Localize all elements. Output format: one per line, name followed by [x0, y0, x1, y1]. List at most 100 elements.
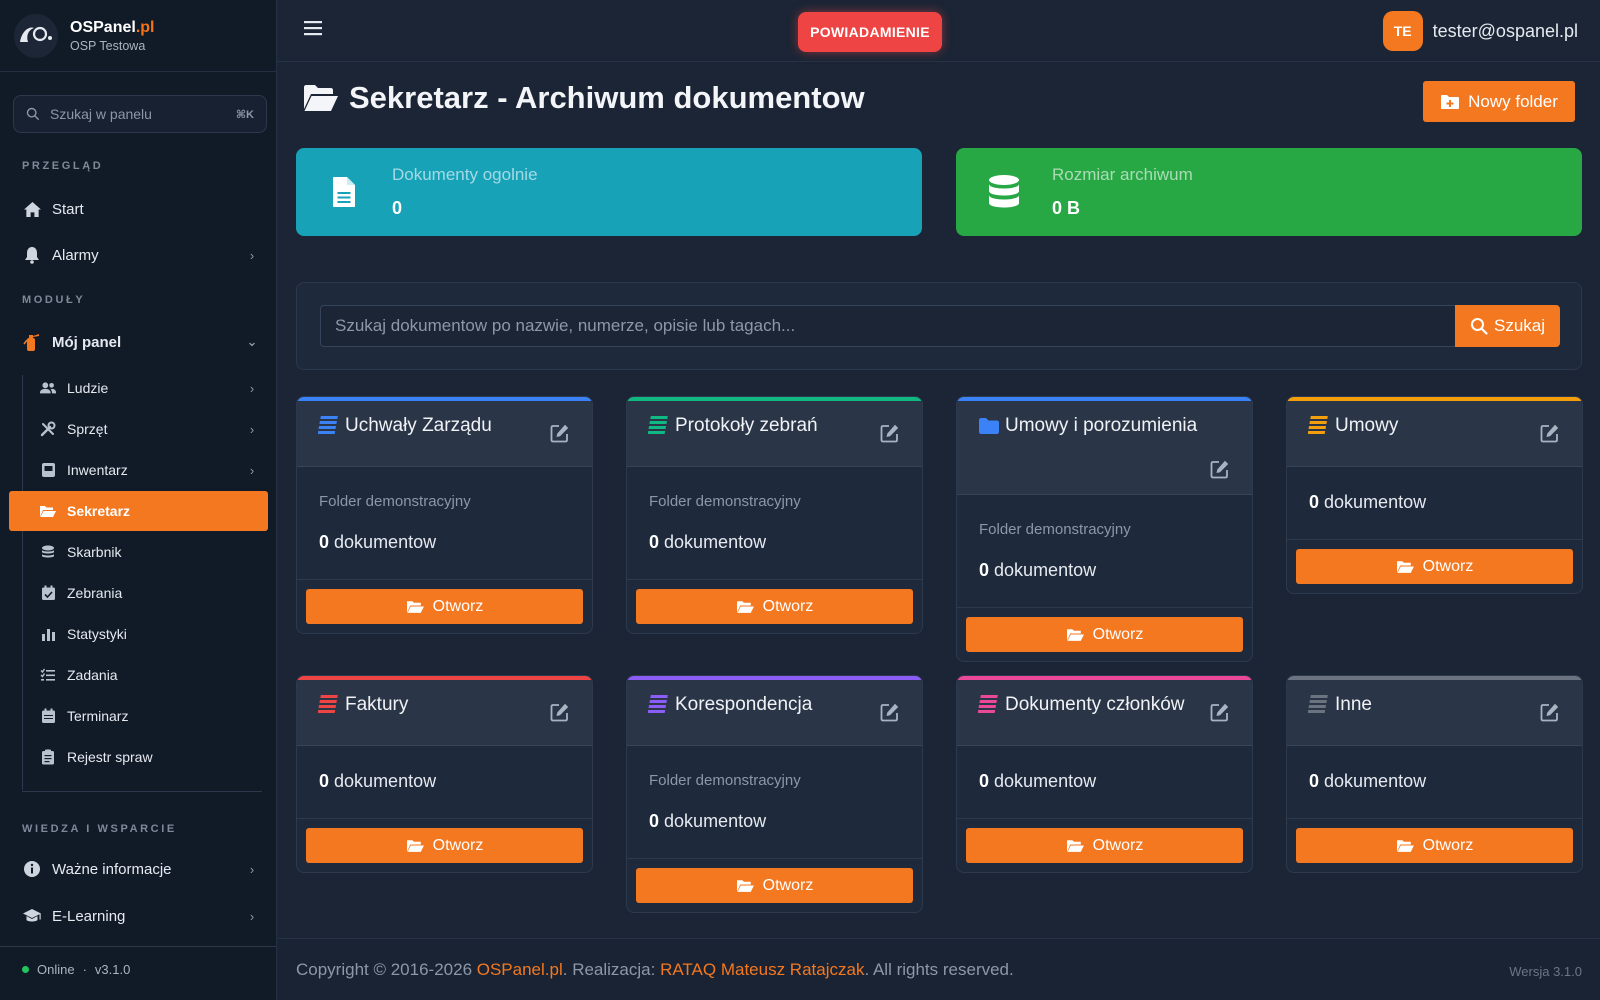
- sidebar-item-alarmy[interactable]: Alarmy ›: [9, 235, 268, 275]
- folder-name: Korespondencja: [675, 694, 813, 715]
- status-version: v3.1.0: [94, 962, 131, 977]
- folder-name: Umowy i porozumienia: [1005, 415, 1198, 436]
- folder-card-body: 0 dokumentow: [1287, 746, 1582, 818]
- folder-open-icon: [1066, 838, 1085, 853]
- list-icon: [648, 415, 670, 437]
- sidebar-search-input[interactable]: Szukaj w panelu ⌘K: [13, 95, 267, 133]
- folder-icon: [978, 417, 1000, 435]
- folder-card: Inne 0 dokumentow Otworz: [1286, 675, 1583, 873]
- section-label-overview: PRZEGLĄD: [22, 160, 104, 172]
- page-heading: Sekretarz - Archiwum dokumentow: [349, 80, 865, 115]
- document-count: 0 dokumentow: [1309, 492, 1427, 512]
- bar-chart-icon: [39, 625, 57, 643]
- search-icon: [1470, 318, 1488, 335]
- sidebar-item-sprzet[interactable]: Sprzęt ›: [9, 409, 268, 449]
- folder-name: Protokoły zebrań: [675, 415, 818, 436]
- list-icon: [1308, 694, 1330, 716]
- folder-card-header: Inne: [1287, 680, 1582, 746]
- folder-card-footer: Otworz: [297, 579, 592, 633]
- folder-title[interactable]: Inne: [1287, 680, 1582, 716]
- folder-name: Faktury: [345, 694, 409, 715]
- sidebar-item-start[interactable]: Start: [9, 189, 268, 229]
- document-count: 0 dokumentow: [649, 811, 767, 831]
- folder-card: Protokoły zebrań Folder demonstracyjny 0…: [626, 396, 923, 634]
- sidebar-item-skarbnik[interactable]: Skarbnik: [9, 532, 268, 572]
- open-folder-button[interactable]: Otworz: [966, 617, 1243, 652]
- sidebar-item-sekretarz[interactable]: Sekretarz: [9, 491, 268, 531]
- online-dot-icon: [22, 966, 29, 973]
- folder-title[interactable]: Umowy: [1287, 401, 1582, 437]
- edit-icon[interactable]: [880, 423, 900, 443]
- document-count: 0 dokumentow: [319, 771, 437, 791]
- sidebar-item-rejestr-spraw[interactable]: Rejestr spraw: [9, 737, 268, 777]
- sidebar-item-e-learning[interactable]: E-Learning ›: [9, 896, 268, 936]
- folder-card: Umowy i porozumienia Folder demonstracyj…: [956, 396, 1253, 662]
- folder-title[interactable]: Dokumenty członków: [957, 680, 1252, 716]
- shortcut-hint: ⌘K: [235, 108, 254, 121]
- open-folder-button[interactable]: Otworz: [306, 589, 583, 624]
- folder-open-icon: [1066, 627, 1085, 642]
- sidebar-item-zebrania[interactable]: Zebrania: [9, 573, 268, 613]
- footer-version: Wersja 3.1.0: [1509, 964, 1582, 979]
- open-folder-button[interactable]: Otworz: [636, 868, 913, 903]
- open-folder-button[interactable]: Otworz: [1296, 828, 1573, 863]
- folder-title[interactable]: Korespondencja: [627, 680, 922, 716]
- fire-extinguisher-icon: [22, 332, 42, 352]
- folder-open-icon: [1396, 838, 1415, 853]
- new-folder-button[interactable]: Nowy folder: [1423, 81, 1575, 122]
- folder-plus-icon: [1441, 94, 1460, 109]
- folder-card-body: 0 dokumentow: [957, 746, 1252, 818]
- folder-card: Umowy 0 dokumentow Otworz: [1286, 396, 1583, 594]
- users-icon: [39, 379, 57, 397]
- author-link[interactable]: RATAQ Mateusz Ratajczak: [660, 960, 864, 979]
- folder-title[interactable]: Faktury: [297, 680, 592, 716]
- edit-icon[interactable]: [880, 702, 900, 722]
- section-label-knowledge: WIEDZA I WSPARCIE: [22, 823, 177, 835]
- stat-label: Dokumenty ogolnie: [392, 165, 538, 184]
- open-folder-button[interactable]: Otworz: [1296, 549, 1573, 584]
- search-button[interactable]: Szukaj: [1455, 305, 1560, 347]
- stat-value: 0 B: [1052, 198, 1081, 218]
- folder-card: Dokumenty członków 0 dokumentow Otworz: [956, 675, 1253, 873]
- user-menu[interactable]: TE tester@ospanel.pl: [1382, 11, 1578, 51]
- folder-name: Dokumenty członków: [1005, 694, 1185, 715]
- folder-card-footer: Otworz: [1287, 539, 1582, 593]
- sidebar-item-zadania[interactable]: Zadania: [9, 655, 268, 695]
- folder-description: Folder demonstracyjny: [319, 493, 471, 510]
- brand[interactable]: OSPanel.pl OSP Testowa: [0, 0, 276, 72]
- edit-icon[interactable]: [550, 702, 570, 722]
- folder-description: Folder demonstracyjny: [649, 772, 801, 789]
- document-search-input[interactable]: Szukaj dokumentow po nazwie, numerze, op…: [320, 305, 1455, 347]
- folder-title[interactable]: Uchwały Zarządu: [297, 401, 592, 437]
- status-indicator: Online · v3.1.0: [22, 962, 130, 977]
- open-folder-button[interactable]: Otworz: [306, 828, 583, 863]
- folder-title[interactable]: Protokoły zebrań: [627, 401, 922, 437]
- sidebar-item-terminarz[interactable]: Terminarz: [9, 696, 268, 736]
- sidebar-item-ludzie[interactable]: Ludzie ›: [9, 368, 268, 408]
- brand-link[interactable]: OSPanel.pl: [477, 960, 563, 979]
- topbar: POWIADAMIENIE TE tester@ospanel.pl: [277, 0, 1600, 62]
- document-count: 0 dokumentow: [979, 560, 1097, 580]
- page-title: Sekretarz - Archiwum dokumentow: [303, 80, 865, 116]
- open-folder-button[interactable]: Otworz: [966, 828, 1243, 863]
- sidebar-item-wazne-informacje[interactable]: Ważne informacje ›: [9, 849, 268, 889]
- folder-card-body: Folder demonstracyjny 0 dokumentow: [957, 495, 1252, 607]
- sidebar: OSPanel.pl OSP Testowa Szukaj w panelu ⌘…: [0, 0, 277, 1000]
- notification-button[interactable]: POWIADAMIENIE: [798, 12, 942, 52]
- edit-icon[interactable]: [550, 423, 570, 443]
- sidebar-item-inwentarz[interactable]: Inwentarz ›: [9, 450, 268, 490]
- sidebar-item-moj-panel[interactable]: Mój panel ⌄: [9, 322, 268, 362]
- folder-card-header: Faktury: [297, 680, 592, 746]
- open-folder-button[interactable]: Otworz: [636, 589, 913, 624]
- stat-value: 0: [392, 198, 403, 218]
- edit-icon[interactable]: [1540, 423, 1560, 443]
- edit-icon[interactable]: [1540, 702, 1560, 722]
- menu-toggle-icon[interactable]: [304, 20, 322, 38]
- folder-title[interactable]: Umowy i porozumienia: [957, 401, 1252, 437]
- folder-description: Folder demonstracyjny: [979, 521, 1131, 538]
- box-icon: [39, 461, 57, 479]
- folder-open-icon: [39, 502, 57, 520]
- edit-icon[interactable]: [1210, 459, 1230, 479]
- sidebar-item-statystyki[interactable]: Statystyki: [9, 614, 268, 654]
- edit-icon[interactable]: [1210, 702, 1230, 722]
